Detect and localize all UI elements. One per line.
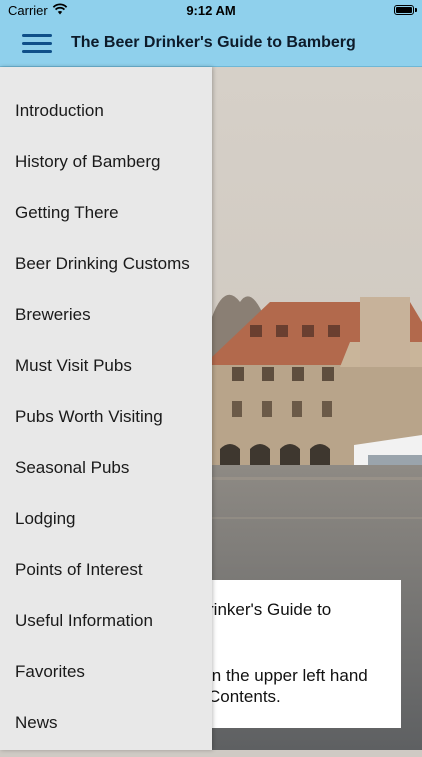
battery-icon (394, 5, 417, 15)
status-bar: Carrier 9:12 AM (0, 0, 422, 22)
menu-item-breweries[interactable]: Breweries (0, 298, 212, 349)
side-drawer-menu: Introduction History of Bamberg Getting … (0, 67, 212, 750)
intro-text-line: in the upper left hand (208, 666, 368, 685)
intro-text-line: Contents. (208, 687, 281, 706)
menu-item-lodging[interactable]: Lodging (0, 502, 212, 553)
menu-item-pubs-worth-visiting[interactable]: Pubs Worth Visiting (0, 400, 212, 451)
menu-item-must-visit-pubs[interactable]: Must Visit Pubs (0, 349, 212, 400)
page-title: The Beer Drinker's Guide to Bamberg (71, 34, 356, 51)
menu-item-beer-drinking-customs[interactable]: Beer Drinking Customs (0, 247, 212, 298)
menu-item-news[interactable]: News (0, 706, 212, 757)
intro-text-line: rinker's Guide to (208, 600, 332, 619)
menu-list: Introduction History of Bamberg Getting … (0, 94, 212, 757)
menu-item-seasonal-pubs[interactable]: Seasonal Pubs (0, 451, 212, 502)
menu-item-introduction[interactable]: Introduction (0, 94, 212, 145)
clock: 9:12 AM (186, 3, 236, 18)
navigation-bar: The Beer Drinker's Guide to Bamberg (0, 22, 422, 67)
menu-item-points-of-interest[interactable]: Points of Interest (0, 553, 212, 604)
menu-item-history-of-bamberg[interactable]: History of Bamberg (0, 145, 212, 196)
menu-item-useful-information[interactable]: Useful Information (0, 604, 212, 655)
menu-item-getting-there[interactable]: Getting There (0, 196, 212, 247)
hamburger-menu-icon[interactable] (22, 31, 52, 55)
menu-item-favorites[interactable]: Favorites (0, 655, 212, 706)
